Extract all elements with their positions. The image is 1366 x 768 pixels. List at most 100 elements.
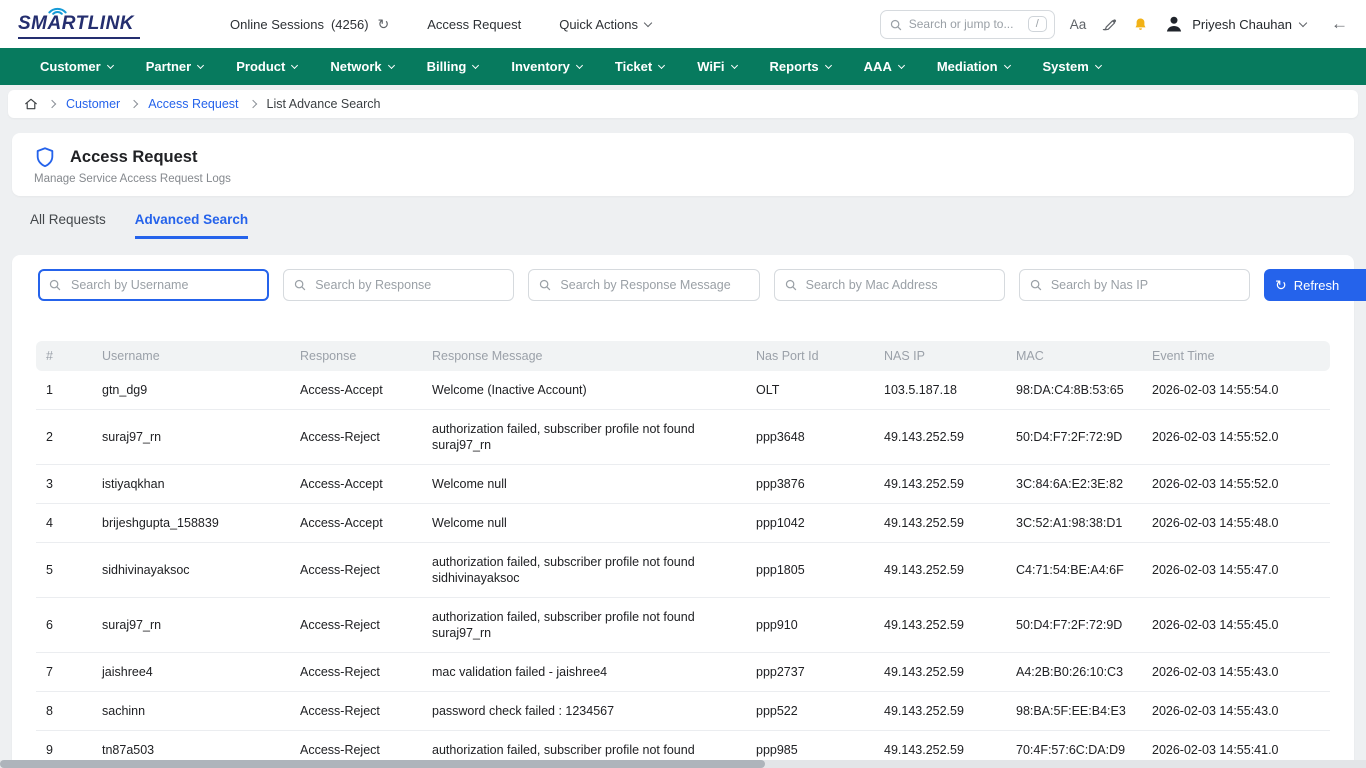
cell-username: gtn_dg9 <box>92 371 290 410</box>
chevron-down-icon <box>107 61 114 68</box>
column-header-response: Response <box>290 341 422 371</box>
nav-item-partner[interactable]: Partner <box>146 59 204 74</box>
global-search-input[interactable] <box>909 17 1028 31</box>
filter-input[interactable] <box>774 269 1005 301</box>
home-icon[interactable] <box>24 97 38 111</box>
breadcrumb-link-access-request[interactable]: Access Request <box>148 97 238 111</box>
cell-nas-ip: 49.143.252.59 <box>874 410 1006 465</box>
cell-message: mac validation failed - jaishree4 <box>422 653 746 692</box>
filter-input[interactable] <box>528 269 759 301</box>
cell-username: istiyaqkhan <box>92 465 290 504</box>
filter-input[interactable] <box>1019 269 1250 301</box>
tab-advanced-search[interactable]: Advanced Search <box>135 212 248 239</box>
cell-mac: 98:DA:C4:8B:53:65 <box>1006 371 1142 410</box>
cell-nas-port-id: ppp3876 <box>746 465 874 504</box>
online-sessions[interactable]: Online Sessions (4256) ↻ <box>230 16 389 33</box>
scrollbar-thumb[interactable] <box>0 760 765 768</box>
cell-response: Access-Accept <box>290 504 422 543</box>
breadcrumb-separator-icon <box>48 100 56 108</box>
access-request-link[interactable]: Access Request <box>427 17 521 32</box>
chevron-down-icon <box>658 61 665 68</box>
filter-input[interactable] <box>38 269 269 301</box>
nav-item-customer[interactable]: Customer <box>40 59 113 74</box>
chevron-down-icon <box>576 61 583 68</box>
nav-item-product[interactable]: Product <box>236 59 297 74</box>
cell-response: Access-Reject <box>290 598 422 653</box>
cell-mac: 98:BA:5F:EE:B4:E3 <box>1006 692 1142 731</box>
online-sessions-label: Online Sessions <box>230 17 324 32</box>
table-row: 5sidhivinayaksocAccess-Rejectauthorizati… <box>36 543 1330 598</box>
cell-mac: 50:D4:F7:2F:72:9D <box>1006 410 1142 465</box>
refresh-button[interactable]: ↻ Refresh <box>1264 269 1366 301</box>
cell-nas-ip: 103.5.187.18 <box>874 371 1006 410</box>
cell-event-time: 2026-02-03 14:55:54.0 <box>1142 371 1330 410</box>
access-request-table: #UsernameResponseResponse MessageNas Por… <box>24 303 1342 768</box>
table-row: 4brijeshgupta_158839Access-AcceptWelcome… <box>36 504 1330 543</box>
global-search: / <box>880 10 1055 39</box>
logo-text: SMARTLINK <box>18 13 134 34</box>
cell-mac: 50:D4:F7:2F:72:9D <box>1006 598 1142 653</box>
breadcrumb-separator-icon <box>130 100 138 108</box>
nav-item-reports[interactable]: Reports <box>770 59 831 74</box>
cell-nas-ip: 49.143.252.59 <box>874 653 1006 692</box>
nav-item-billing[interactable]: Billing <box>427 59 479 74</box>
cell-nas-port-id: OLT <box>746 371 874 410</box>
nav-item-ticket[interactable]: Ticket <box>615 59 664 74</box>
cell-num: 5 <box>36 543 92 598</box>
cell-nas-port-id: ppp522 <box>746 692 874 731</box>
chevron-down-icon <box>644 18 652 26</box>
column-header-nas-ip: NAS IP <box>874 341 1006 371</box>
nav-item-system[interactable]: System <box>1043 59 1101 74</box>
nav-item-label: Inventory <box>511 59 570 74</box>
nav-item-inventory[interactable]: Inventory <box>511 59 582 74</box>
nav-item-wifi[interactable]: WiFi <box>697 59 736 74</box>
nav-item-aaa[interactable]: AAA <box>864 59 904 74</box>
notifications-bell-icon[interactable] <box>1132 16 1149 33</box>
page-title: Access Request <box>70 148 197 167</box>
cell-event-time: 2026-02-03 14:55:47.0 <box>1142 543 1330 598</box>
chevron-down-icon <box>291 61 298 68</box>
nav-item-label: Product <box>236 59 285 74</box>
refresh-label: Refresh <box>1294 278 1340 293</box>
breadcrumb-separator-icon <box>248 100 256 108</box>
cell-event-time: 2026-02-03 14:55:43.0 <box>1142 692 1330 731</box>
table-row: 2suraj97_rnAccess-Rejectauthorization fa… <box>36 410 1330 465</box>
text-size-button[interactable]: Aa <box>1070 17 1087 32</box>
tab-all-requests[interactable]: All Requests <box>30 212 106 239</box>
chevron-down-icon <box>1095 61 1102 68</box>
cell-event-time: 2026-02-03 14:55:48.0 <box>1142 504 1330 543</box>
online-sessions-count: (4256) <box>331 17 369 32</box>
chevron-down-icon <box>1003 61 1010 68</box>
cell-username: brijeshgupta_158839 <box>92 504 290 543</box>
cell-response: Access-Accept <box>290 371 422 410</box>
wifi-icon <box>47 3 68 15</box>
cell-num: 8 <box>36 692 92 731</box>
smartlink-logo[interactable]: SMARTLINK <box>18 9 230 39</box>
breadcrumb-link-customer[interactable]: Customer <box>66 97 120 111</box>
refresh-sessions-icon[interactable]: ↻ <box>378 16 390 33</box>
table-body: 1gtn_dg9Access-AcceptWelcome (Inactive A… <box>36 371 1330 768</box>
cell-username: suraj97_rn <box>92 410 290 465</box>
search-icon <box>889 18 903 32</box>
shield-icon <box>34 146 56 168</box>
cell-num: 6 <box>36 598 92 653</box>
chevron-down-icon <box>825 61 832 68</box>
cell-nas-ip: 49.143.252.59 <box>874 543 1006 598</box>
chevron-down-icon <box>731 61 738 68</box>
quick-actions-menu[interactable]: Quick Actions <box>559 17 651 32</box>
filter-input[interactable] <box>283 269 514 301</box>
logo-inner: SMARTLINK <box>18 9 140 39</box>
table-row: 1gtn_dg9Access-AcceptWelcome (Inactive A… <box>36 371 1330 410</box>
nav-item-network[interactable]: Network <box>330 59 393 74</box>
filters-row: ↻ Refresh <box>24 267 1342 303</box>
cell-mac: A4:2B:B0:26:10:C3 <box>1006 653 1142 692</box>
cell-mac: 3C:84:6A:E2:3E:82 <box>1006 465 1142 504</box>
back-arrow-icon[interactable]: ← <box>1331 14 1348 34</box>
nav-item-label: Customer <box>40 59 101 74</box>
user-menu[interactable]: Priyesh Chauhan <box>1164 14 1306 34</box>
horizontal-scrollbar[interactable] <box>0 760 1366 768</box>
nav-item-mediation[interactable]: Mediation <box>937 59 1010 74</box>
refresh-icon: ↻ <box>1275 277 1287 294</box>
nav-item-label: AAA <box>864 59 892 74</box>
theme-brush-icon[interactable] <box>1101 16 1117 32</box>
